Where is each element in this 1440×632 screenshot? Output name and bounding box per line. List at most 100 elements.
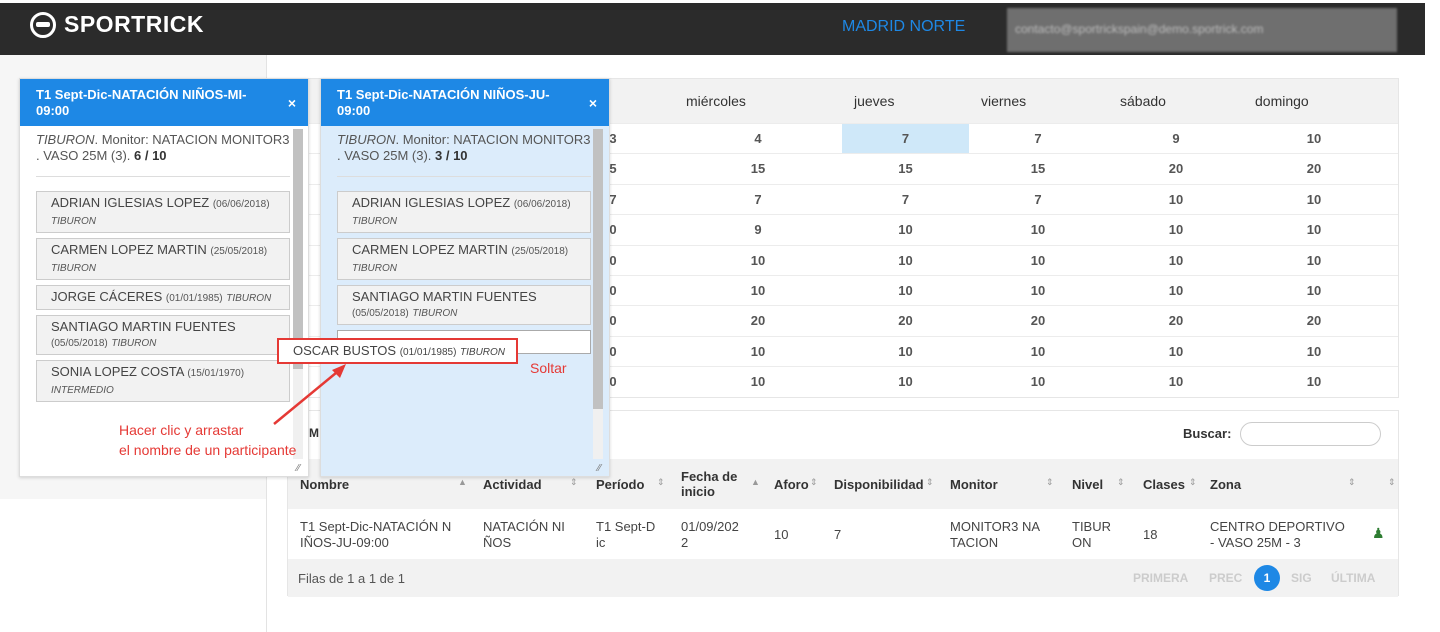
card-header[interactable]: T1 Sept-Dic-NATACIÓN NIÑOS-JU-09:00 × [321, 79, 609, 126]
calendar-cell[interactable]: 20 [1107, 154, 1245, 184]
calendar-cell[interactable]: 15 [970, 154, 1106, 184]
calendar-cell[interactable]: 10 [1245, 246, 1383, 276]
col-clases[interactable]: Clases [1143, 477, 1185, 492]
scrollbar[interactable] [593, 129, 603, 459]
calendar-cell[interactable]: 7 [842, 185, 969, 215]
calendar-cell[interactable]: 20 [842, 306, 969, 336]
participant-item[interactable]: SANTIAGO MARTIN FUENTES (05/05/2018) TIB… [36, 315, 290, 355]
calendar-cell[interactable]: 10 [1107, 337, 1245, 367]
calendar-cell[interactable]: 9 [1107, 124, 1245, 154]
participant-item[interactable]: SANTIAGO MARTIN FUENTES (05/05/2018) TIB… [337, 285, 591, 325]
sort-icon: ⇕ [1348, 477, 1356, 487]
app-logo[interactable]: SPORTRICK [30, 11, 204, 38]
calendar-cell[interactable]: 10 [1245, 367, 1383, 397]
participant-item[interactable]: ADRIAN IGLESIAS LOPEZ (06/06/2018) TIBUR… [36, 191, 290, 233]
col-disponibilidad[interactable]: Disponibilidad [834, 477, 924, 492]
calendar-cell[interactable]: 10 [1245, 337, 1383, 367]
col-periodo[interactable]: Período [596, 477, 644, 492]
sort-icon: ⇕ [657, 477, 665, 487]
cell-clases: 18 [1143, 527, 1158, 542]
participant-item[interactable]: ADRIAN IGLESIAS LOPEZ (06/06/2018) TIBUR… [337, 191, 591, 233]
branch-selector[interactable]: MADRID NORTE [842, 18, 965, 36]
col-zona[interactable]: Zona [1210, 477, 1241, 492]
search-input[interactable] [1240, 422, 1381, 446]
calendar-cell[interactable]: 10 [1245, 185, 1383, 215]
calendar-cell[interactable]: 20 [1107, 306, 1245, 336]
sort-icon: ⇕ [570, 477, 578, 487]
calendar-cell[interactable]: 10 [1107, 215, 1245, 245]
calendar-cell[interactable]: 10 [1107, 276, 1245, 306]
annotation-drop: Soltar [530, 360, 567, 376]
calendar-cell[interactable]: 10 [842, 246, 969, 276]
day-header: sábado [1120, 93, 1166, 109]
group-card-wednesday[interactable]: T1 Sept-Dic-NATACIÓN NIÑOS-MI-09:00 × TI… [19, 78, 309, 477]
col-fecha-inicio[interactable]: Fecha de inicio [681, 469, 743, 499]
pager-next[interactable]: SIG [1291, 571, 1312, 585]
pager-current[interactable]: 1 [1254, 565, 1280, 591]
calendar-cell[interactable]: 7 [842, 124, 969, 154]
participant-item[interactable]: SONIA LOPEZ COSTA (15/01/1970) INTERMEDI… [36, 360, 290, 402]
participant-item[interactable]: CARMEN LOPEZ MARTIN (25/05/2018) TIBURON [36, 238, 290, 280]
row-count: Filas de 1 a 1 de 1 [298, 571, 405, 586]
calendar-cell[interactable]: 10 [970, 367, 1106, 397]
col-nombre[interactable]: Nombre [300, 477, 349, 492]
calendar-cell[interactable]: 10 [842, 367, 969, 397]
calendar-cell[interactable]: 7 [970, 124, 1106, 154]
logo-icon [30, 11, 56, 38]
col-aforo[interactable]: Aforo [774, 477, 809, 492]
logo-text: SPORTRICK [64, 11, 204, 37]
participant-item[interactable]: JORGE CÁCERES (01/01/1985) TIBURON [36, 285, 290, 310]
user-menu[interactable]: contacto@sportrickspain@demo.sportrick.c… [1007, 8, 1397, 52]
pager-last[interactable]: ÚLTIMA [1331, 571, 1375, 585]
calendar-cell[interactable]: 20 [1245, 306, 1383, 336]
calendar-cell[interactable]: 10 [1107, 185, 1245, 215]
calendar-cell[interactable]: 10 [1245, 124, 1383, 154]
col-nivel[interactable]: Nivel [1072, 477, 1103, 492]
calendar-cell[interactable]: 10 [1245, 215, 1383, 245]
calendar-cell[interactable]: 10 [718, 276, 798, 306]
sort-icon: ▲ [458, 477, 467, 487]
calendar-cell[interactable]: 10 [842, 215, 969, 245]
col-monitor[interactable]: Monitor [950, 477, 998, 492]
calendar-cell[interactable]: 10 [1107, 246, 1245, 276]
resize-handle-icon[interactable]: ⁄⁄ [598, 463, 601, 474]
col-actividad[interactable]: Actividad [483, 477, 542, 492]
group-card-thursday[interactable]: T1 Sept-Dic-NATACIÓN NIÑOS-JU-09:00 × TI… [320, 78, 610, 477]
calendar-cell[interactable]: 15 [842, 154, 969, 184]
calendar-cell[interactable]: 7 [970, 185, 1106, 215]
calendar-cell[interactable]: 10 [842, 276, 969, 306]
calendar-cell[interactable]: 10 [970, 215, 1106, 245]
user-icon[interactable]: ♟ [1372, 525, 1385, 541]
sort-icon: ⇕ [1117, 477, 1125, 487]
calendar-cell[interactable]: 10 [970, 246, 1106, 276]
calendar-cell[interactable]: 10 [718, 367, 798, 397]
calendar-cell[interactable]: 20 [1245, 154, 1383, 184]
user-email: contacto@sportrickspain@demo.sportrick.c… [1015, 22, 1264, 36]
calendar-cell[interactable]: 15 [718, 154, 798, 184]
resize-handle-icon[interactable]: ⁄⁄ [297, 463, 300, 474]
cell-aforo: 10 [774, 527, 789, 542]
calendar-cell[interactable]: 20 [718, 306, 798, 336]
cell-periodo: T1 Sept-D ic [596, 519, 656, 550]
card-header[interactable]: T1 Sept-Dic-NATACIÓN NIÑOS-MI-09:00 × [20, 79, 308, 126]
calendar-cell[interactable]: 10 [1107, 367, 1245, 397]
table-row[interactable]: T1 Sept-Dic-NATACIÓN N IÑOS-JU-09:00 NATA… [288, 509, 1398, 559]
calendar-cell[interactable]: 10 [970, 337, 1106, 367]
participant-item[interactable]: CARMEN LOPEZ MARTIN (25/05/2018) TIBURON [337, 238, 591, 280]
cell-disponibilidad: 7 [834, 527, 842, 542]
calendar-cell[interactable]: 9 [718, 215, 798, 245]
calendar-cell[interactable]: 10 [1245, 276, 1383, 306]
calendar-cell[interactable]: 10 [970, 276, 1106, 306]
calendar-cell[interactable]: 20 [970, 306, 1106, 336]
sort-icon: ⇕ [1046, 477, 1054, 487]
close-icon[interactable]: × [288, 95, 296, 111]
pager-prev[interactable]: PREC [1209, 571, 1242, 585]
calendar-cell[interactable]: 10 [718, 246, 798, 276]
calendar-cell[interactable]: 10 [718, 337, 798, 367]
calendar-cell[interactable]: 10 [842, 337, 969, 367]
calendar-cell[interactable]: 4 [718, 124, 798, 154]
cell-nombre: T1 Sept-Dic-NATACIÓN N IÑOS-JU-09:00 [300, 519, 452, 550]
calendar-cell[interactable]: 7 [718, 185, 798, 215]
close-icon[interactable]: × [589, 95, 597, 111]
pager-first[interactable]: PRIMERA [1133, 571, 1188, 585]
